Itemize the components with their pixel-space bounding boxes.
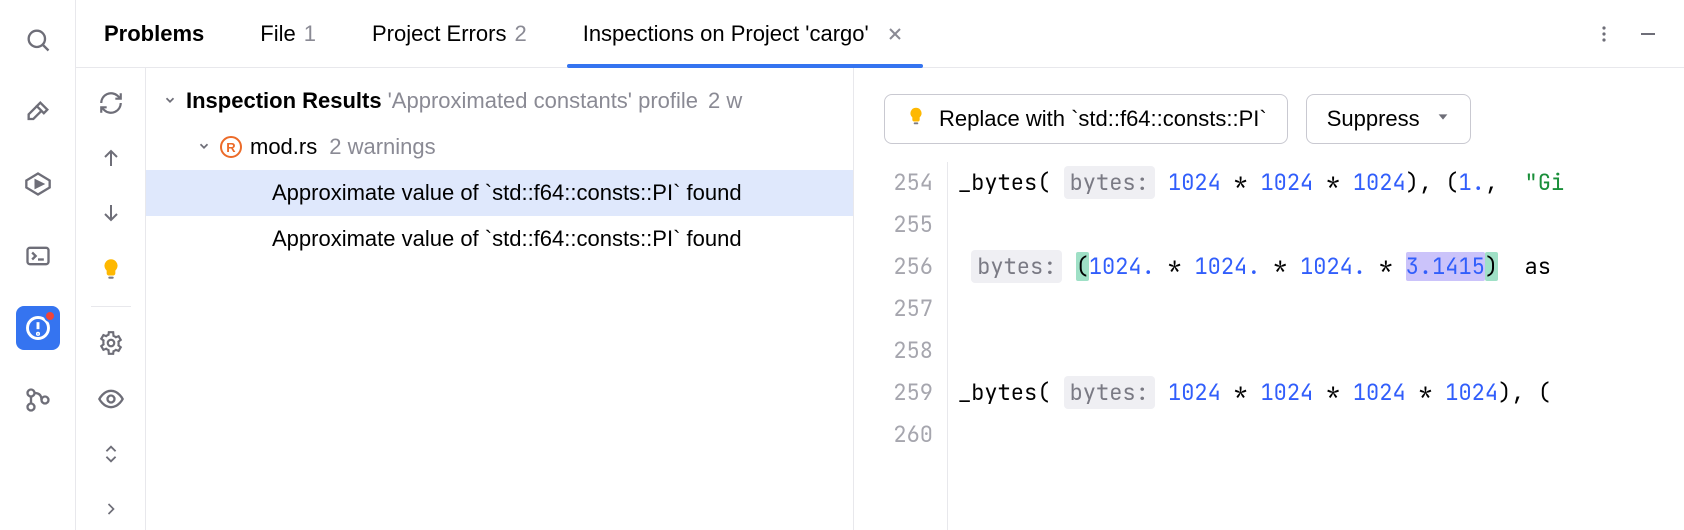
- problems-icon[interactable]: [16, 306, 60, 350]
- tab-count: 2: [514, 21, 526, 47]
- tab-file[interactable]: File 1: [232, 0, 344, 67]
- tree-root-title: Inspection Results: [186, 88, 382, 114]
- vcs-icon[interactable]: [16, 378, 60, 422]
- tree-item-label: Approximate value of `std::f64::consts::…: [272, 226, 742, 252]
- left-tool-rail: [0, 0, 76, 530]
- bulb-icon[interactable]: [89, 248, 133, 289]
- refresh-icon[interactable]: [89, 82, 133, 123]
- code-line: [948, 414, 1684, 456]
- tree-item-label: Approximate value of `std::f64::consts::…: [272, 180, 742, 206]
- tab-problems[interactable]: Problems: [76, 0, 232, 67]
- chevron-down-icon[interactable]: [194, 137, 214, 158]
- code-preview: 254 255 256 257 258 259 260 _bytes( byte…: [854, 162, 1684, 530]
- chevron-down-icon[interactable]: [160, 91, 180, 112]
- quick-fix-bar: Replace with `std::f64::consts::PI` Supp…: [854, 68, 1684, 162]
- tree-warning-item[interactable]: Approximate value of `std::f64::consts::…: [146, 216, 853, 262]
- tab-label: File: [260, 21, 295, 47]
- line-number: 257: [854, 288, 933, 330]
- minimize-icon[interactable]: [1626, 12, 1670, 56]
- tab-label: Problems: [104, 21, 204, 47]
- quick-fix-label: Replace with `std::f64::consts::PI`: [939, 106, 1267, 132]
- tree-root-profile: 'Approximated constants' profile: [388, 88, 698, 114]
- main-panel: Problems File 1 Project Errors 2 Inspect…: [76, 0, 1684, 530]
- separator: [91, 306, 131, 307]
- tree-file-name: mod.rs: [250, 134, 317, 160]
- suppress-button[interactable]: Suppress: [1306, 94, 1471, 144]
- notification-dot-icon: [44, 310, 56, 322]
- rust-file-icon: R: [220, 136, 242, 158]
- tab-project-errors[interactable]: Project Errors 2: [344, 0, 555, 67]
- line-number: 256: [854, 246, 933, 288]
- inspection-tree: Inspection Results 'Approximated constan…: [146, 68, 854, 530]
- code-lines[interactable]: _bytes( bytes: 1024 * 1024 * 1024), (1.,…: [948, 162, 1684, 530]
- more-icon[interactable]: [1582, 12, 1626, 56]
- line-number: 260: [854, 414, 933, 456]
- gear-icon[interactable]: [89, 322, 133, 363]
- suppress-label: Suppress: [1327, 106, 1420, 132]
- code-line: [948, 330, 1684, 372]
- code-line: [948, 288, 1684, 330]
- line-number: 255: [854, 204, 933, 246]
- tree-file-summary: 2 warnings: [329, 134, 435, 160]
- tab-label: Project Errors: [372, 21, 506, 47]
- arrow-down-icon[interactable]: [89, 193, 133, 234]
- tree-root[interactable]: Inspection Results 'Approximated constan…: [146, 78, 853, 124]
- code-gutter: 254 255 256 257 258 259 260: [854, 162, 948, 530]
- code-line: _bytes( bytes: 1024 * 1024 * 1024 * 1024…: [948, 372, 1684, 414]
- line-number: 254: [854, 162, 933, 204]
- chevron-down-icon: [1436, 110, 1450, 129]
- play-icon[interactable]: [16, 162, 60, 206]
- preview-pane: Replace with `std::f64::consts::PI` Supp…: [854, 68, 1684, 530]
- code-line: _bytes( bytes: 1024 * 1024 * 1024), (1.,…: [948, 162, 1684, 204]
- code-line: [948, 204, 1684, 246]
- tree-file[interactable]: R mod.rs 2 warnings: [146, 124, 853, 170]
- terminal-icon[interactable]: [16, 234, 60, 278]
- tabs-bar: Problems File 1 Project Errors 2 Inspect…: [76, 0, 1684, 68]
- tree-warning-item[interactable]: Approximate value of `std::f64::consts::…: [146, 170, 853, 216]
- close-icon[interactable]: [883, 22, 907, 46]
- line-number: 258: [854, 330, 933, 372]
- eye-icon[interactable]: [89, 378, 133, 419]
- chevron-right-icon[interactable]: [89, 489, 133, 530]
- bulb-icon: [905, 105, 927, 133]
- line-number: 259: [854, 372, 933, 414]
- tree-toolbar: [76, 68, 146, 530]
- quick-fix-button[interactable]: Replace with `std::f64::consts::PI`: [884, 94, 1288, 144]
- tab-count: 1: [304, 21, 316, 47]
- hammer-icon[interactable]: [16, 90, 60, 134]
- tree-root-count: 2 w: [708, 88, 742, 114]
- code-line: bytes: (1024. * 1024. * 1024. * 3.1415) …: [948, 246, 1684, 288]
- expand-collapse-icon[interactable]: [89, 433, 133, 474]
- search-icon[interactable]: [16, 18, 60, 62]
- tab-inspections[interactable]: Inspections on Project 'cargo': [555, 0, 935, 67]
- tab-label: Inspections on Project 'cargo': [583, 21, 869, 47]
- arrow-up-icon[interactable]: [89, 137, 133, 178]
